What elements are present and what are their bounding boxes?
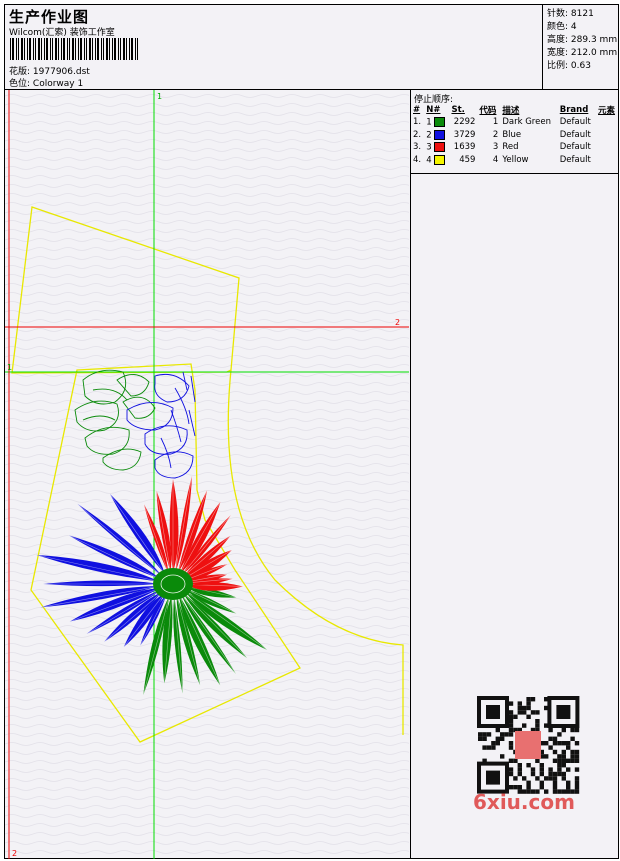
col-description: 描述	[502, 106, 520, 116]
row-code: 1	[492, 117, 499, 128]
col-index: #	[413, 105, 421, 115]
row-needle: 4	[424, 154, 449, 167]
stat-scale: 比例: 0.63	[547, 61, 591, 71]
row-code: 2	[492, 129, 499, 140]
table-row: 4. 4 459 4 Yellow Default	[411, 154, 619, 167]
colorway-row: 色位: Colorway 1	[9, 76, 83, 89]
flower-center	[153, 568, 193, 600]
row-index: 2.	[413, 129, 422, 140]
guide-label-red-bottom: 2	[12, 849, 17, 858]
row-needle: 3	[424, 141, 449, 154]
row-description: Yellow	[502, 154, 529, 165]
table-row: 1. 1 2292 1 Dark Green Default	[411, 116, 619, 129]
row-needle: 1	[424, 116, 449, 129]
stat-colors: 颜色: 4	[547, 22, 577, 32]
table-row: 3. 3 1639 3 Red Default	[411, 141, 619, 154]
row-description: Red	[502, 142, 519, 153]
barcode-image	[10, 38, 138, 60]
row-element	[596, 116, 619, 129]
col-brand: Brand	[559, 105, 589, 115]
page-title: 生产作业图	[9, 8, 90, 26]
row-element	[596, 154, 619, 167]
row-stitches: 1639	[453, 142, 476, 153]
color-swatch	[434, 129, 446, 140]
panel-divider	[411, 173, 619, 174]
table-row: 2. 2 3729 2 Blue Default	[411, 129, 619, 142]
col-code: 代码	[479, 106, 497, 116]
guide-label-green-top: 1	[157, 92, 162, 101]
seal-stamp	[515, 731, 541, 759]
stat-width: 宽度: 212.0 mm	[547, 48, 618, 58]
row-brand: Default	[559, 129, 591, 140]
color-swatch	[434, 154, 446, 165]
row-stitches: 3729	[453, 129, 476, 140]
row-stitches: 2292	[453, 117, 476, 128]
row-brand: Default	[559, 154, 591, 165]
col-needle: N#	[426, 105, 441, 115]
row-brand: Default	[559, 142, 591, 153]
watermark-text: 6xiu.com	[473, 790, 575, 814]
studio-name: Wilcom(汇索) 装饰工作室	[9, 28, 115, 38]
row-needle: 2	[424, 129, 449, 142]
row-code: 3	[492, 142, 499, 153]
fabric-texture	[5, 90, 409, 859]
header-left: 生产作业图 Wilcom(汇索) 装饰工作室 花版: 1977906.dst 色…	[5, 5, 542, 89]
col-element: 元素	[598, 106, 616, 116]
color-swatch	[434, 117, 446, 127]
design-canvas: 1 1 2 2	[5, 90, 409, 859]
row-index: 3.	[413, 142, 422, 153]
col-stitches: St.	[451, 105, 465, 115]
row-description: Blue	[502, 129, 522, 140]
stop-sequence-table: # N# St. 代码 描述 Brand 元素 1. 1 2292 1 Dark Gr…	[411, 104, 619, 166]
row-element	[596, 141, 619, 154]
colorway-value: Colorway 1	[32, 79, 84, 89]
row-code: 4	[492, 154, 499, 165]
row-index: 4.	[413, 154, 422, 165]
row-stitches: 459	[459, 154, 476, 165]
stats-block: 针数: 8121 颜色: 4 高度: 289.3 mm 宽度: 212.0 mm…	[542, 5, 619, 90]
row-brand: Default	[559, 117, 591, 128]
row-element	[596, 129, 619, 142]
guide-label-red-right: 2	[395, 318, 400, 327]
stat-stitches: 针数: 8121	[547, 9, 594, 19]
color-swatch	[434, 142, 446, 152]
table-header-row: # N# St. 代码 描述 Brand 元素	[411, 104, 619, 116]
guide-label-green-left: 1	[7, 363, 12, 372]
row-description: Dark Green	[502, 117, 551, 128]
colorway-label: 色位:	[9, 79, 31, 89]
row-index: 1.	[413, 117, 422, 128]
stat-height: 高度: 289.3 mm	[547, 35, 618, 45]
